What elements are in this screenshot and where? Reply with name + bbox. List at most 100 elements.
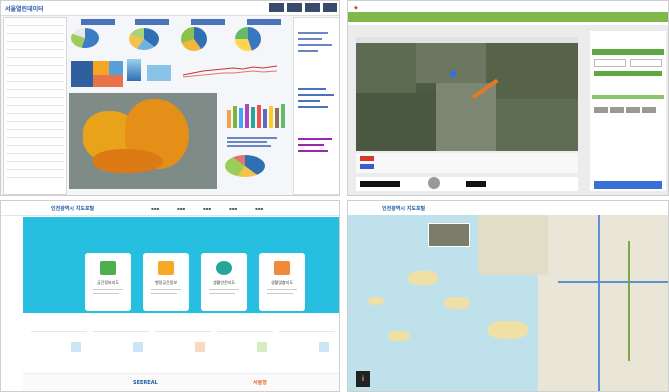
quick-link[interactable] <box>217 331 273 358</box>
aerial-footer <box>356 177 578 191</box>
pie-chart <box>71 28 99 48</box>
sidebar-row[interactable] <box>6 114 64 122</box>
portal-hero: 공간정보지도 행정공간정보 생활안전지도 생활맞춤지도 <box>23 217 339 313</box>
sidebar-row[interactable] <box>6 50 64 58</box>
aerial-map-view[interactable] <box>356 43 578 151</box>
island <box>408 271 438 285</box>
dashboard-top-button[interactable] <box>323 3 337 12</box>
road <box>598 215 600 391</box>
aerial-map-screenshot: ◆ <box>347 0 669 196</box>
sidebar-row[interactable] <box>6 42 64 50</box>
island <box>488 321 528 339</box>
sidebar-row[interactable] <box>6 74 64 82</box>
incheon-map-screenshot: 인천광역시 지도포털 i <box>347 200 669 392</box>
sidebar-row[interactable] <box>6 106 64 114</box>
road <box>558 281 668 283</box>
portal-menu-item[interactable]: ▪▪▪ <box>203 206 211 211</box>
mainland <box>478 215 548 275</box>
minimap[interactable] <box>428 223 470 247</box>
hbar <box>227 141 267 143</box>
pie-chart <box>225 155 265 177</box>
tool-button[interactable] <box>610 107 624 113</box>
aerial-logo: ◆ <box>354 5 358 11</box>
sidebar-row[interactable] <box>6 18 64 26</box>
tool-button[interactable] <box>594 107 608 113</box>
sidebar-row[interactable] <box>6 170 64 178</box>
portal-menu-item[interactable]: ▪▪▪ <box>151 206 159 211</box>
service-card[interactable]: 공간정보지도 <box>85 253 131 311</box>
portal-menu-item[interactable]: ▪▪▪ <box>229 206 237 211</box>
sidebar-row[interactable] <box>6 82 64 90</box>
pie-chart <box>235 27 261 51</box>
admin-icon <box>158 261 174 275</box>
search-button[interactable] <box>594 71 662 76</box>
line-chart <box>182 65 278 78</box>
tool-button[interactable] <box>626 107 640 113</box>
dashboard-top-button[interactable] <box>287 3 302 12</box>
partner-logo[interactable]: SEEREAL <box>133 380 158 386</box>
dashboard-top-button[interactable] <box>305 3 320 12</box>
quick-link[interactable] <box>279 331 335 358</box>
sidebar-row[interactable] <box>6 26 64 34</box>
seoul-dashboard-screenshot: 서울열린데이터 <box>0 0 340 196</box>
sidebar-row[interactable] <box>6 98 64 106</box>
map-marker <box>450 71 456 77</box>
quick-link[interactable] <box>155 331 211 358</box>
panel-header <box>592 49 664 55</box>
map-legend <box>356 153 578 173</box>
sidebar-row[interactable] <box>6 162 64 170</box>
service-card-label: 생활맞춤지도 <box>270 280 294 285</box>
dashboard-sidebar <box>3 17 67 195</box>
sidebar-row[interactable] <box>6 66 64 74</box>
service-card-label: 행정공간정보 <box>154 280 178 285</box>
quick-link[interactable] <box>93 331 149 358</box>
quick-link[interactable] <box>31 331 87 358</box>
card-header <box>191 19 225 25</box>
heat-region <box>93 149 163 173</box>
info-icon[interactable]: i <box>356 371 370 387</box>
map-portal-header: 인천광역시 지도포털 <box>348 201 668 215</box>
island <box>388 331 410 341</box>
building-icon <box>274 261 290 275</box>
dashboard-logo: 서울열린데이터 <box>5 6 44 13</box>
sidebar-row[interactable] <box>6 130 64 138</box>
pie-chart <box>181 27 207 51</box>
banner[interactable] <box>594 181 662 189</box>
panel-section <box>592 95 664 99</box>
portal-logo: 인천광역시 지도포털 <box>51 206 95 212</box>
sidebar-row[interactable] <box>6 90 64 98</box>
sidebar-row[interactable] <box>6 154 64 162</box>
partner-logo[interactable]: 서울형 <box>253 380 267 386</box>
island <box>444 297 470 309</box>
location-icon <box>216 261 232 275</box>
bar-chart <box>127 59 141 81</box>
service-card[interactable]: 행정공간정보 <box>143 253 189 311</box>
aerial-nav-bar[interactable] <box>348 12 668 22</box>
sidebar-row[interactable] <box>6 58 64 66</box>
sidebar-row[interactable] <box>6 34 64 42</box>
island <box>368 297 384 305</box>
service-card-label: 생활안전지도 <box>212 280 236 285</box>
road <box>628 241 630 361</box>
sidebar-row[interactable] <box>6 138 64 146</box>
tool-button[interactable] <box>642 107 656 113</box>
partner-logos: SEEREAL 서울형 <box>23 373 339 391</box>
treemap-chart <box>71 61 123 87</box>
seoul-heat-map[interactable] <box>69 93 217 189</box>
pie-chart <box>129 28 159 50</box>
map-portal-logo: 인천광역시 지도포털 <box>382 206 426 212</box>
sidebar-row[interactable] <box>6 146 64 154</box>
search-field[interactable] <box>594 59 626 67</box>
bar-chart <box>227 98 289 128</box>
service-card[interactable]: 생활맞춤지도 <box>259 253 305 311</box>
service-card[interactable]: 생활안전지도 <box>201 253 247 311</box>
mainland <box>538 215 668 391</box>
dashboard-top-button[interactable] <box>269 3 284 12</box>
portal-menu-item[interactable]: ▪▪▪ <box>177 206 185 211</box>
search-field[interactable] <box>630 59 662 67</box>
portal-menu-item[interactable]: ▪▪▪ <box>255 206 263 211</box>
dashboard-top-bar: 서울열린데이터 <box>1 1 339 16</box>
sidebar-row[interactable] <box>6 122 64 130</box>
portal-header: 인천광역시 지도포털 ▪▪▪ ▪▪▪ ▪▪▪ ▪▪▪ ▪▪▪ <box>1 201 339 216</box>
service-card-label: 공간정보지도 <box>96 280 120 285</box>
